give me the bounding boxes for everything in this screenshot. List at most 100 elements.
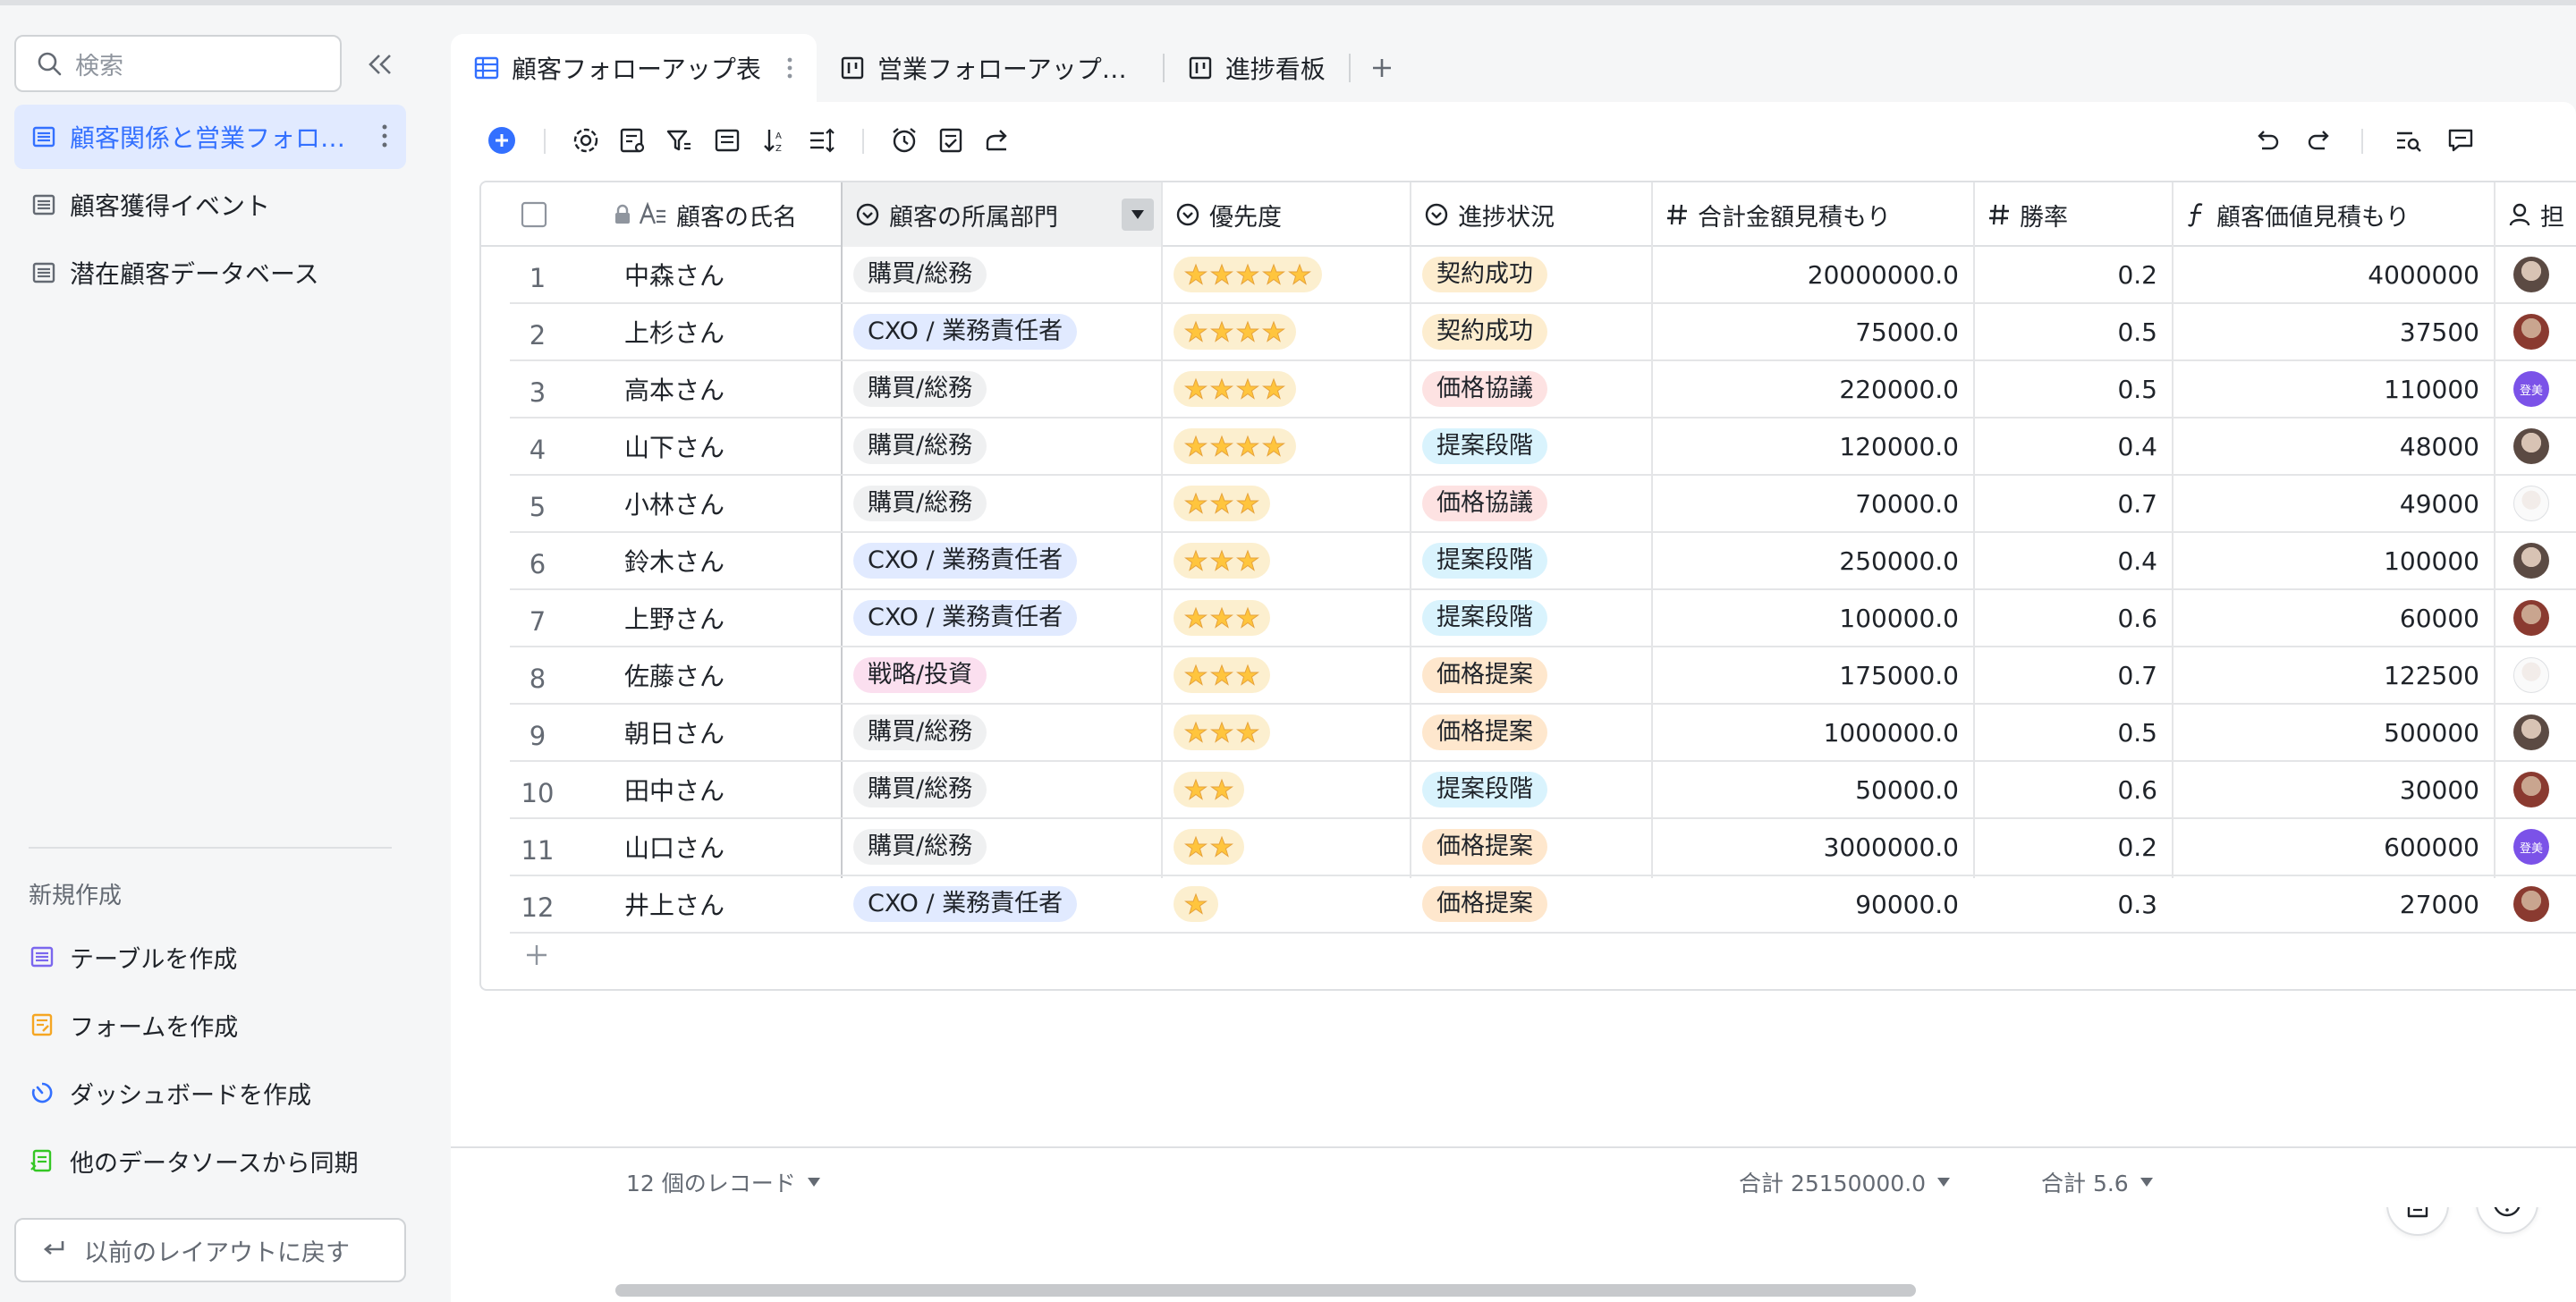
amount-cell[interactable]: 20000000.0	[1653, 247, 1973, 302]
win-rate-cell[interactable]: 0.5	[1975, 304, 2172, 359]
comment-icon[interactable]	[2444, 123, 2478, 157]
department-cell[interactable]: CXO / 業務責任者	[853, 590, 1157, 646]
owner-cell[interactable]	[2513, 876, 2567, 932]
sidebar-item-events[interactable]: 顧客獲得イベント	[14, 173, 406, 237]
table-row[interactable]: 11 山口さん 購買/総務 価格提案 3000000.0 0.2 600000 登美	[481, 819, 2576, 876]
owner-cell[interactable]	[2513, 647, 2567, 703]
table-row[interactable]: 3 高本さん 購買/総務 価格協議 220000.0 0.5 110000 登美	[481, 361, 2576, 418]
record-count[interactable]: 12 個のレコード	[626, 1166, 821, 1198]
customer-name-cell[interactable]: 鈴木さん	[624, 533, 839, 588]
add-record-button[interactable]	[485, 123, 519, 157]
customer-name-cell[interactable]: 小林さん	[624, 476, 839, 531]
status-cell[interactable]: 価格協議	[1422, 361, 1648, 417]
status-cell[interactable]: 価格協議	[1422, 476, 1648, 531]
column-header-owner[interactable]: 担	[2496, 182, 2576, 247]
search-input[interactable]: 検索	[14, 35, 342, 92]
status-cell[interactable]: 契約成功	[1422, 304, 1648, 359]
column-header-customer-value[interactable]: 顧客価値見積もり	[2174, 182, 2496, 247]
department-cell[interactable]: 購買/総務	[853, 418, 1157, 474]
sidebar-item-crm[interactable]: 顧客関係と営業フォロ…	[14, 105, 406, 169]
priority-cell[interactable]	[1174, 590, 1406, 646]
owner-cell[interactable]: 登美	[2513, 819, 2567, 875]
customer-name-cell[interactable]: 高本さん	[624, 361, 839, 417]
customer-value-cell[interactable]: 110000	[2174, 361, 2494, 417]
customer-value-cell[interactable]: 48000	[2174, 418, 2494, 474]
form-view-icon[interactable]	[934, 123, 968, 157]
customer-name-cell[interactable]: 井上さん	[624, 876, 839, 932]
table-row[interactable]: 2 上杉さん CXO / 業務責任者 契約成功 75000.0 0.5 37500	[481, 304, 2576, 361]
status-cell[interactable]: 提案段階	[1422, 533, 1648, 588]
group-icon[interactable]	[710, 123, 744, 157]
owner-cell[interactable]	[2513, 247, 2567, 302]
customer-value-cell[interactable]: 100000	[2174, 533, 2494, 588]
owner-cell[interactable]: 登美	[2513, 361, 2567, 417]
customer-name-cell[interactable]: 中森さん	[624, 247, 839, 302]
win-rate-cell[interactable]: 0.7	[1975, 647, 2172, 703]
table-row[interactable]: 1 中森さん 購買/総務 契約成功 20000000.0 0.2 4000000	[481, 247, 2576, 304]
win-rate-cell[interactable]: 0.3	[1975, 876, 2172, 932]
win-rate-cell[interactable]: 0.5	[1975, 361, 2172, 417]
find-icon[interactable]	[2392, 123, 2426, 157]
amount-cell[interactable]: 3000000.0	[1653, 819, 1973, 875]
priority-cell[interactable]	[1174, 361, 1406, 417]
share-icon[interactable]	[980, 123, 1014, 157]
priority-cell[interactable]	[1174, 418, 1406, 474]
amount-cell[interactable]: 50000.0	[1653, 762, 1973, 817]
tab-customer-followup[interactable]: 顧客フォローアップ表	[451, 34, 817, 102]
status-cell[interactable]: 価格提案	[1422, 876, 1648, 932]
customer-value-cell[interactable]: 27000	[2174, 876, 2494, 932]
status-cell[interactable]: 契約成功	[1422, 247, 1648, 302]
department-cell[interactable]: 購買/総務	[853, 762, 1157, 817]
amount-cell[interactable]: 250000.0	[1653, 533, 1973, 588]
redo-icon[interactable]	[2302, 123, 2336, 157]
column-header-name[interactable]: 顧客の氏名	[614, 182, 843, 247]
table-row[interactable]: 8 佐藤さん 戦略/投資 価格提案 175000.0 0.7 122500	[481, 647, 2576, 705]
horizontal-scrollbar[interactable]	[615, 1284, 1916, 1297]
customer-value-cell[interactable]: 122500	[2174, 647, 2494, 703]
sync-datasource-button[interactable]: 他のデータソースから同期	[30, 1138, 359, 1183]
department-cell[interactable]: 購買/総務	[853, 247, 1157, 302]
owner-cell[interactable]	[2513, 418, 2567, 474]
priority-cell[interactable]	[1174, 762, 1406, 817]
customer-value-cell[interactable]: 60000	[2174, 590, 2494, 646]
column-menu-caret-icon[interactable]	[1122, 199, 1154, 231]
row-height-icon[interactable]	[805, 123, 839, 157]
sort-icon[interactable]: AZ	[758, 123, 792, 157]
table-row[interactable]: 5 小林さん 購買/総務 価格協議 70000.0 0.7 49000	[481, 476, 2576, 533]
owner-cell[interactable]	[2513, 533, 2567, 588]
settings-icon[interactable]	[569, 123, 603, 157]
select-all-checkbox[interactable]	[521, 182, 553, 247]
sum-amount[interactable]: 合計 25150000.0	[1739, 1166, 1951, 1198]
alarm-clock-icon[interactable]	[887, 123, 921, 157]
department-cell[interactable]: 購買/総務	[853, 819, 1157, 875]
win-rate-cell[interactable]: 0.5	[1975, 705, 2172, 760]
undo-icon[interactable]	[2250, 123, 2284, 157]
column-header-department[interactable]: 顧客の所属部門	[843, 182, 1163, 247]
tab-sales-followup[interactable]: 営業フォローアップ…	[817, 34, 1150, 102]
win-rate-cell[interactable]: 0.2	[1975, 819, 2172, 875]
amount-cell[interactable]: 90000.0	[1653, 876, 1973, 932]
status-cell[interactable]: 提案段階	[1422, 762, 1648, 817]
priority-cell[interactable]	[1174, 876, 1406, 932]
priority-cell[interactable]	[1174, 247, 1406, 302]
customer-name-cell[interactable]: 田中さん	[624, 762, 839, 817]
status-cell[interactable]: 提案段階	[1422, 590, 1648, 646]
table-row[interactable]: 7 上野さん CXO / 業務責任者 提案段階 100000.0 0.6 60000	[481, 590, 2576, 647]
column-header-priority[interactable]: 優先度	[1163, 182, 1411, 247]
column-header-status[interactable]: 進捗状況	[1411, 182, 1653, 247]
priority-cell[interactable]	[1174, 819, 1406, 875]
win-rate-cell[interactable]: 0.2	[1975, 247, 2172, 302]
customer-value-cell[interactable]: 4000000	[2174, 247, 2494, 302]
customer-name-cell[interactable]: 上野さん	[624, 590, 839, 646]
win-rate-cell[interactable]: 0.6	[1975, 590, 2172, 646]
filter-icon[interactable]	[662, 123, 696, 157]
department-cell[interactable]: CXO / 業務責任者	[853, 876, 1157, 932]
owner-cell[interactable]	[2513, 705, 2567, 760]
status-cell[interactable]: 価格提案	[1422, 819, 1648, 875]
revert-layout-button[interactable]: 以前のレイアウトに戻す	[14, 1218, 406, 1282]
amount-cell[interactable]: 220000.0	[1653, 361, 1973, 417]
owner-cell[interactable]	[2513, 762, 2567, 817]
priority-cell[interactable]	[1174, 647, 1406, 703]
create-form-button[interactable]: フォームを作成	[30, 1002, 238, 1047]
tab-more-icon[interactable]	[786, 55, 793, 80]
